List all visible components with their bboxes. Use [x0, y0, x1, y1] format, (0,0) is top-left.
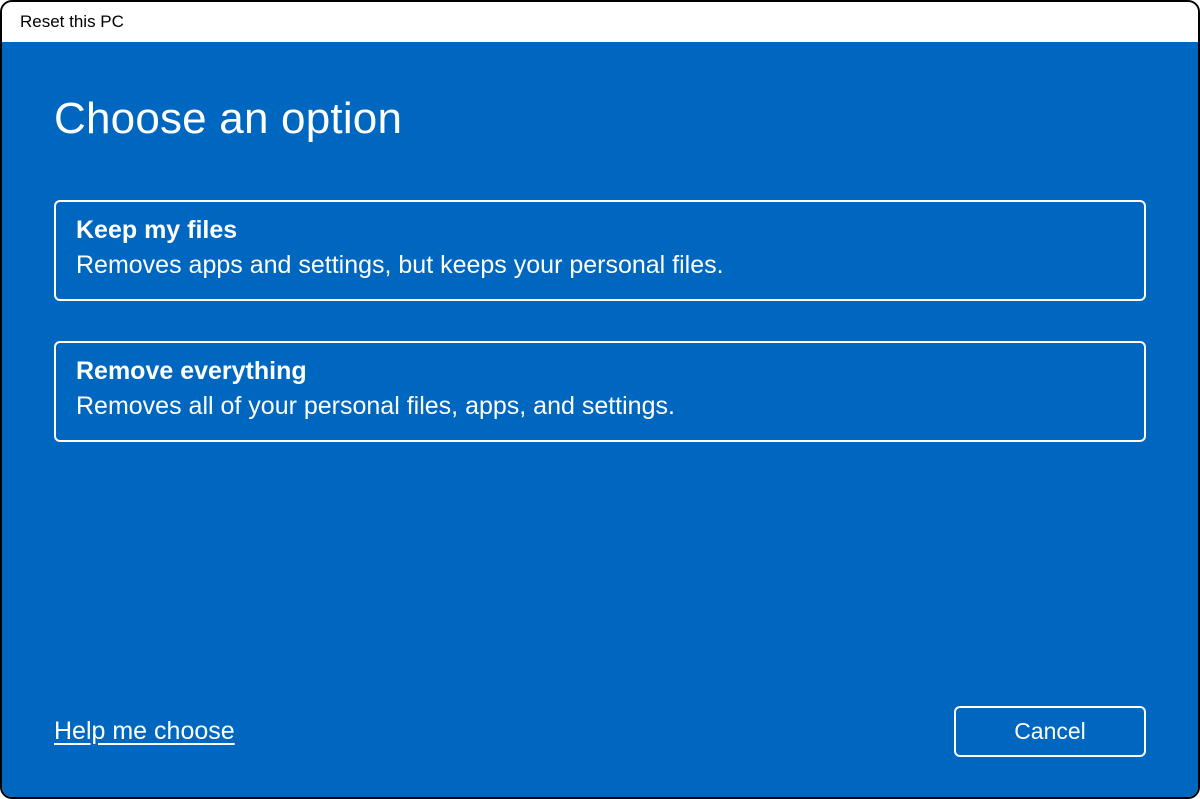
- titlebar: Reset this PC: [2, 2, 1198, 42]
- option-title: Keep my files: [76, 216, 1124, 245]
- page-heading: Choose an option: [54, 94, 1146, 144]
- cancel-button[interactable]: Cancel: [954, 706, 1146, 757]
- option-description: Removes apps and settings, but keeps you…: [76, 249, 1124, 283]
- option-remove-everything[interactable]: Remove everything Removes all of your pe…: [54, 341, 1146, 442]
- option-description: Removes all of your personal files, apps…: [76, 390, 1124, 424]
- dialog-content: Choose an option Keep my files Removes a…: [2, 42, 1198, 797]
- option-title: Remove everything: [76, 357, 1124, 386]
- help-me-choose-link[interactable]: Help me choose: [54, 717, 235, 746]
- dialog-window: Reset this PC Choose an option Keep my f…: [0, 0, 1200, 799]
- option-keep-my-files[interactable]: Keep my files Removes apps and settings,…: [54, 200, 1146, 301]
- options-list: Keep my files Removes apps and settings,…: [54, 200, 1146, 442]
- window-title: Reset this PC: [20, 12, 124, 32]
- dialog-footer: Help me choose Cancel: [54, 706, 1146, 757]
